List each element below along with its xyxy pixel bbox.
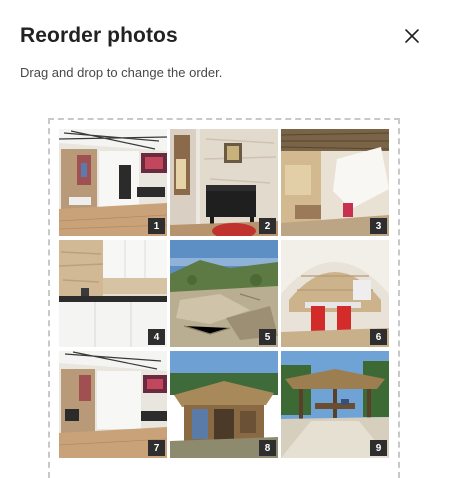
photo-tile[interactable]: 4 <box>59 240 167 347</box>
photo-order-badge: 5 <box>259 329 276 345</box>
photo-tile[interactable]: 5 <box>170 240 278 347</box>
photo-tile[interactable]: 3 <box>281 129 389 236</box>
photo-order-badge: 9 <box>370 440 387 456</box>
dialog-title: Reorder photos <box>20 24 178 47</box>
photo-order-badge: 8 <box>259 440 276 456</box>
photo-order-badge: 7 <box>148 440 165 456</box>
photo-order-badge: 6 <box>370 329 387 345</box>
photo-tile[interactable]: 8 <box>170 351 278 458</box>
dialog-subtitle: Drag and drop to change the order. <box>20 65 223 80</box>
photo-order-badge: 1 <box>148 218 165 234</box>
photo-tile[interactable]: 7 <box>59 351 167 458</box>
photo-tile[interactable]: 9 <box>281 351 389 458</box>
photo-tile[interactable]: 1 <box>59 129 167 236</box>
close-button[interactable] <box>399 23 425 49</box>
photo-tile[interactable]: 6 <box>281 240 389 347</box>
photo-order-badge: 3 <box>370 218 387 234</box>
close-icon <box>405 29 419 43</box>
photo-tile[interactable]: 2 <box>170 129 278 236</box>
photo-order-badge: 4 <box>148 329 165 345</box>
photo-order-badge: 2 <box>259 218 276 234</box>
